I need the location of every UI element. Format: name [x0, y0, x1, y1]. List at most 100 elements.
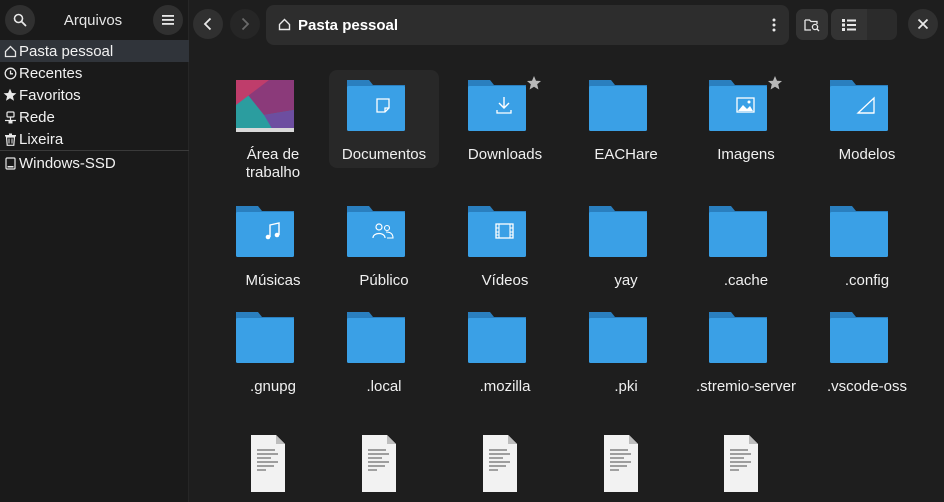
file-item[interactable]: .stremio-server	[691, 302, 801, 400]
folder-icon	[347, 206, 405, 257]
chevron-right-icon	[241, 17, 250, 31]
file-thumbnail	[571, 302, 681, 376]
file-name: .gnupg	[250, 378, 296, 395]
file-name: .local	[366, 378, 402, 395]
file-item[interactable]: Downloads	[450, 70, 560, 168]
file-item[interactable]: yay	[571, 196, 681, 294]
sidebar-item-label: Lixeira	[19, 130, 64, 148]
file-item[interactable]: Vídeos	[450, 196, 560, 294]
file-item[interactable]: Músicas	[218, 196, 328, 294]
file-thumbnail	[329, 302, 439, 376]
network-icon	[3, 110, 17, 124]
folder-icon	[589, 312, 647, 363]
main-menu-button[interactable]	[153, 5, 183, 35]
kebab-menu-icon	[772, 18, 776, 32]
file-item[interactable]	[450, 426, 560, 502]
folder-icon	[709, 206, 767, 257]
drive-icon	[3, 156, 17, 170]
close-button[interactable]	[908, 9, 938, 39]
file-name: Downloads	[467, 146, 543, 163]
list-view-button[interactable]	[831, 9, 867, 40]
file-name: .mozilla	[479, 378, 531, 395]
file-item[interactable]: Documentos	[329, 70, 439, 168]
file-item[interactable]	[329, 426, 439, 502]
folder-icon	[830, 206, 888, 257]
file-item[interactable]: .vscode-oss	[812, 302, 922, 400]
sidebar-item-label: Windows-SSD	[19, 154, 116, 172]
sidebar-item-network[interactable]: Rede	[0, 106, 189, 128]
desktop-wallpaper-icon	[236, 80, 294, 132]
file-item[interactable]	[218, 426, 328, 502]
file-thumbnail	[450, 196, 560, 270]
file-name: Modelos	[838, 146, 896, 163]
sidebar-item-home[interactable]: Pasta pessoal	[0, 40, 189, 62]
folder-icon	[347, 80, 405, 131]
star-icon[interactable]	[526, 75, 542, 91]
folder-icon	[830, 80, 888, 131]
folder-icon	[709, 312, 767, 363]
file-thumbnail	[450, 426, 560, 500]
file-item[interactable]: .config	[812, 196, 922, 294]
sidebar-item-label: Favoritos	[19, 86, 81, 104]
file-thumbnail	[691, 70, 801, 144]
sidebar-item-trash[interactable]: Lixeira	[0, 128, 189, 150]
file-thumbnail	[329, 196, 439, 270]
folder-search-icon	[804, 18, 820, 31]
file-thumbnail	[218, 426, 328, 500]
path-options-button[interactable]	[759, 10, 789, 40]
file-item[interactable]: Área de trabalho	[218, 70, 328, 181]
file-name: .cache	[723, 272, 769, 289]
file-name: Público	[359, 272, 409, 289]
back-button[interactable]	[193, 9, 223, 39]
clock-icon	[3, 66, 17, 80]
search-in-folder-button[interactable]	[796, 9, 828, 40]
trash-icon	[3, 132, 17, 146]
file-item[interactable]	[691, 426, 801, 502]
file-item[interactable]: EACHare	[571, 70, 681, 168]
file-item[interactable]: .mozilla	[450, 302, 560, 400]
text-file-icon	[362, 435, 396, 492]
folder-icon	[468, 80, 526, 131]
file-item[interactable]: .gnupg	[218, 302, 328, 400]
folder-icon	[468, 312, 526, 363]
star-icon[interactable]	[767, 75, 783, 91]
text-file-icon	[724, 435, 758, 492]
sidebar-item-windows-ssd[interactable]: Windows-SSD	[0, 152, 189, 174]
file-thumbnail	[812, 196, 922, 270]
folder-icon	[236, 206, 294, 257]
file-item[interactable]: Imagens	[691, 70, 801, 168]
file-item[interactable]	[571, 426, 681, 502]
sidebar-item-recent[interactable]: Recentes	[0, 62, 189, 84]
file-name: EACHare	[594, 146, 658, 163]
file-name: .stremio-server	[695, 378, 796, 395]
hamburger-icon	[162, 15, 174, 25]
file-thumbnail	[329, 70, 439, 144]
text-file-icon	[483, 435, 517, 492]
star-icon	[3, 88, 17, 102]
file-thumbnail	[571, 70, 681, 144]
sidebar-item-starred[interactable]: Favoritos	[0, 84, 189, 106]
folder-icon	[709, 80, 767, 131]
file-thumbnail	[218, 70, 328, 144]
chevron-left-icon	[203, 17, 212, 31]
view-options-button[interactable]	[867, 9, 897, 40]
file-thumbnail	[571, 426, 681, 500]
forward-button[interactable]	[230, 9, 260, 39]
file-item[interactable]: Modelos	[812, 70, 922, 168]
file-thumbnail	[812, 302, 922, 376]
list-icon	[842, 18, 856, 31]
places-list: Pasta pessoal Recentes Favoritos Rede Li…	[0, 40, 189, 174]
search-button[interactable]	[5, 5, 35, 35]
file-item[interactable]: .local	[329, 302, 439, 400]
file-thumbnail	[812, 70, 922, 144]
file-item[interactable]: .pki	[571, 302, 681, 400]
sidebar-header: Arquivos	[0, 0, 188, 40]
sidebar-item-label: Pasta pessoal	[19, 42, 114, 60]
path-bar[interactable]: Pasta pessoal	[266, 5, 789, 45]
current-path[interactable]: Pasta pessoal	[298, 17, 398, 34]
folder-icon	[236, 312, 294, 363]
file-item[interactable]: Público	[329, 196, 439, 294]
file-name: Área de trabalho	[245, 146, 301, 181]
file-item[interactable]: .cache	[691, 196, 801, 294]
file-name: Documentos	[341, 146, 427, 163]
